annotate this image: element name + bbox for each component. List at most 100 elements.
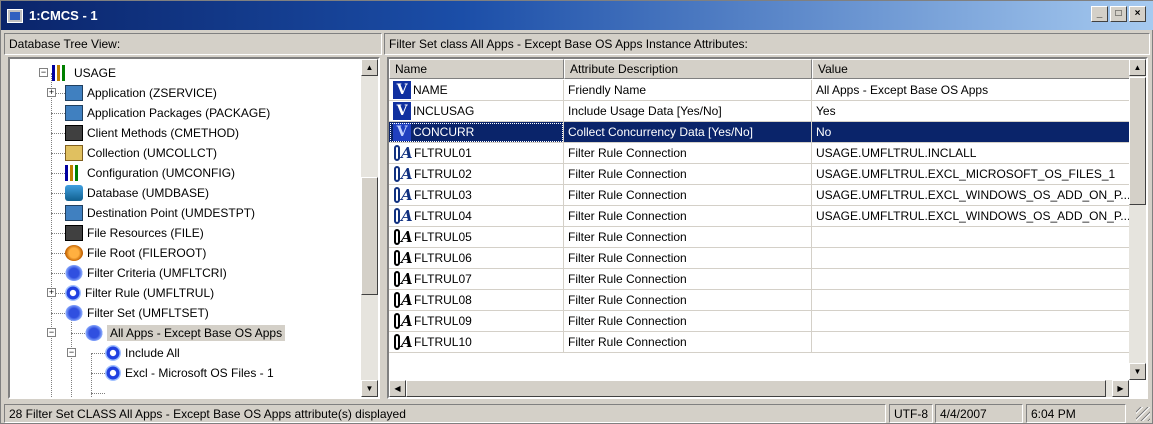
filter-rule-icon <box>65 285 81 301</box>
tree-item-all-apps[interactable]: All Apps - Except Base OS Apps <box>85 323 286 343</box>
attribute-value: Yes <box>812 101 1133 122</box>
column-header-value[interactable]: Value <box>812 59 1133 79</box>
filter-criteria-expander[interactable]: + <box>47 288 56 297</box>
tree-item-label: Database (UMDBASE) <box>87 186 210 200</box>
attribute-description: Filter Rule Connection <box>564 185 812 206</box>
attribute-value <box>812 311 1133 332</box>
table-row[interactable]: A FLTRUL04 Filter Rule Connection USAGE.U… <box>389 206 1133 227</box>
table-row[interactable]: A FLTRUL03 Filter Rule Connection USAGE.U… <box>389 185 1133 206</box>
close-button[interactable]: × <box>1129 6 1146 22</box>
scroll-thumb[interactable] <box>361 177 378 295</box>
tree-item-filter-set[interactable]: Filter Set (UMFLTSET) <box>65 303 209 323</box>
table-row[interactable]: A FLTRUL06 Filter Rule Connection <box>389 248 1133 269</box>
application-expander[interactable]: + <box>47 88 56 97</box>
scroll-up-button[interactable]: ▲ <box>1129 59 1146 76</box>
minimize-button[interactable]: _ <box>1091 6 1108 22</box>
maximize-button[interactable]: □ <box>1110 6 1127 22</box>
tree-item-configuration[interactable]: Configuration (UMCONFIG) <box>65 163 235 183</box>
table-row[interactable]: A FLTRUL02 Filter Rule Connection USAGE.U… <box>389 164 1133 185</box>
attribute-value: USAGE.UMFLTRUL.EXCL_MICROSOFT_OS_FILES_1 <box>812 164 1133 185</box>
tree-connector <box>51 233 65 234</box>
app-icon[interactable] <box>7 8 23 23</box>
attribute-description: Friendly Name <box>564 80 812 101</box>
tree-item-application-packages[interactable]: Application Packages (PACKAGE) <box>65 103 270 123</box>
application-icon <box>65 85 83 101</box>
filter-set-expander[interactable]: − <box>47 328 56 337</box>
window-title: 1:CMCS - 1 <box>29 8 98 23</box>
scroll-down-button[interactable]: ▼ <box>1129 363 1146 380</box>
scroll-thumb[interactable] <box>406 380 1106 397</box>
tree-item-label: All Apps - Except Base OS Apps <box>107 325 286 341</box>
attribute-name: FLTRUL04 <box>414 209 472 223</box>
tree-item-label: Excl - Microsoft OS Files - 1 <box>125 366 274 380</box>
tree-connector <box>51 313 65 314</box>
column-header-name[interactable]: Name <box>389 59 564 79</box>
scroll-thumb[interactable] <box>1129 77 1146 205</box>
attribute-name: FLTRUL10 <box>414 335 472 349</box>
attribute-name: FLTRUL07 <box>414 272 472 286</box>
table-row-selected[interactable]: V CONCURR Collect Concurrency Data [Yes/N… <box>389 122 1133 143</box>
attribute-value <box>812 248 1133 269</box>
attributes-header: Filter Set class All Apps - Except Base … <box>384 33 1150 55</box>
tree-item-collection[interactable]: Collection (UMCOLLCT) <box>65 143 217 163</box>
tree-item-label: Application Packages (PACKAGE) <box>87 106 271 120</box>
usage-bars-icon <box>52 65 70 81</box>
attribute-description: Filter Rule Connection <box>564 332 812 353</box>
attribute-value: All Apps - Except Base OS Apps <box>812 80 1133 101</box>
tree-item-client-methods[interactable]: Client Methods (CMETHOD) <box>65 123 239 143</box>
resize-grip-icon[interactable] <box>1136 407 1150 421</box>
grid-vertical-scrollbar[interactable]: ▲ ▼ <box>1129 59 1146 380</box>
tree-item-include-all[interactable]: Include All <box>105 343 180 363</box>
usage-expander[interactable]: − <box>39 68 48 77</box>
file-root-icon <box>65 245 83 261</box>
attribute-name: FLTRUL03 <box>414 188 472 202</box>
tree-item-label: Filter Set (UMFLTSET) <box>87 306 209 320</box>
grid-column-headers: Name Attribute Description Value <box>389 59 1133 79</box>
variable-icon: V <box>393 102 411 120</box>
scroll-right-button[interactable]: ▶ <box>1112 380 1129 397</box>
tree-item-file-resources[interactable]: File Resources (FILE) <box>65 223 204 243</box>
configuration-icon <box>65 165 83 181</box>
attribute-name: NAME <box>413 83 448 97</box>
table-row[interactable]: A FLTRUL10 Filter Rule Connection <box>389 332 1133 353</box>
tree-item-application[interactable]: Application (ZSERVICE) <box>65 83 217 103</box>
scroll-down-button[interactable]: ▼ <box>361 380 378 397</box>
collection-icon <box>65 145 83 161</box>
database-tree[interactable]: − + + − − USAGE Application (ZSERVICE) A… <box>8 57 380 399</box>
table-row[interactable]: A FLTRUL09 Filter Rule Connection <box>389 311 1133 332</box>
tree-connector <box>51 273 65 274</box>
filter-rule-icon <box>105 365 121 381</box>
scroll-up-button[interactable]: ▲ <box>361 59 378 76</box>
tree-item-database[interactable]: Database (UMDBASE) <box>65 183 209 203</box>
attribute-value: USAGE.UMFLTRUL.EXCL_WINDOWS_OS_ADD_ON_P.… <box>812 206 1133 227</box>
tree-item-filter-criteria[interactable]: Filter Criteria (UMFLTCRI) <box>65 263 227 283</box>
attribute-value <box>812 227 1133 248</box>
tree-item-filter-rule[interactable]: Filter Rule (UMFLTRUL) <box>65 283 214 303</box>
table-row[interactable]: A FLTRUL01 Filter Rule Connection USAGE.U… <box>389 143 1133 164</box>
connection-icon: A <box>393 333 413 351</box>
table-row[interactable]: V INCLUSAG Include Usage Data [Yes/No] Ye… <box>389 101 1133 122</box>
attributes-grid[interactable]: Name Attribute Description Value V NAME F… <box>387 57 1148 399</box>
table-row[interactable]: V NAME Friendly Name All Apps - Except Ba… <box>389 80 1133 101</box>
table-row[interactable]: A FLTRUL07 Filter Rule Connection <box>389 269 1133 290</box>
attribute-description: Filter Rule Connection <box>564 206 812 227</box>
connection-icon: A <box>393 312 413 330</box>
table-row[interactable]: A FLTRUL05 Filter Rule Connection <box>389 227 1133 248</box>
table-row[interactable]: A FLTRUL08 Filter Rule Connection <box>389 290 1133 311</box>
tree-vertical-scrollbar[interactable]: ▲ ▼ <box>361 59 378 397</box>
column-header-description[interactable]: Attribute Description <box>564 59 812 79</box>
scroll-left-button[interactable]: ◀ <box>389 380 406 397</box>
filter-set-icon <box>65 305 83 321</box>
attribute-description: Filter Rule Connection <box>564 311 812 332</box>
tree-item-excl-microsoft[interactable]: Excl - Microsoft OS Files - 1 <box>105 363 274 383</box>
all-apps-expander[interactable]: − <box>67 348 76 357</box>
tree-item-file-root[interactable]: File Root (FILEROOT) <box>65 243 206 263</box>
tree-item-destination-point[interactable]: Destination Point (UMDESTPT) <box>65 203 255 223</box>
connection-icon: A <box>393 165 413 183</box>
title-bar[interactable]: 1:CMCS - 1 _ □ × <box>1 1 1153 30</box>
main-window: 1:CMCS - 1 _ □ × Database Tree View: Fil… <box>0 0 1153 424</box>
tree-connector <box>91 373 105 374</box>
tree-item-usage[interactable]: USAGE <box>52 63 116 83</box>
grid-horizontal-scrollbar[interactable]: ◀ ▶ <box>389 380 1129 397</box>
status-time: 6:04 PM <box>1026 404 1126 423</box>
